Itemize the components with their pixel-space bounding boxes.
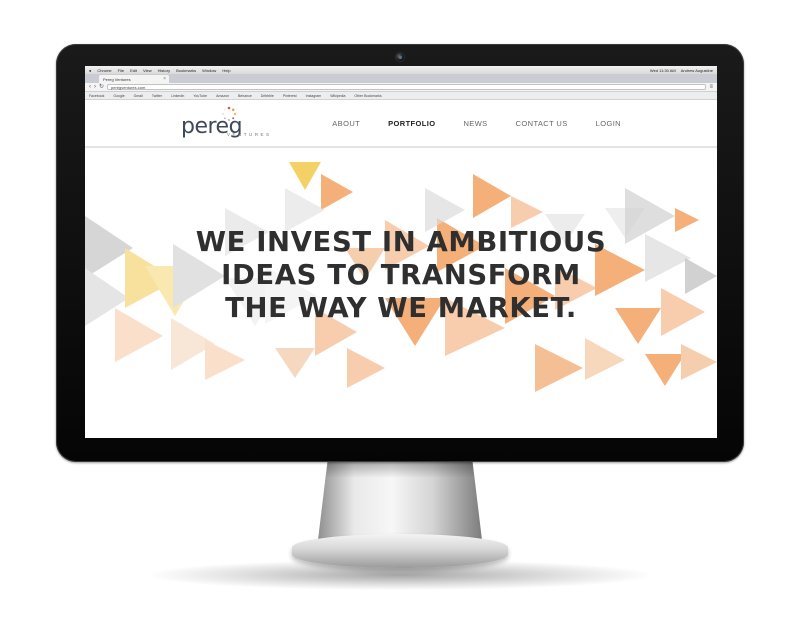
back-icon[interactable]: ‹ (89, 84, 91, 90)
hero-headline: WE INVEST IN AMBITIOUS IDEAS TO TRANSFOR… (85, 226, 717, 325)
menubar-user[interactable]: Andrew Augustine (681, 68, 713, 73)
browser-tab-title: Pereg Ventures (103, 77, 131, 82)
address-bar[interactable]: peregventures.com (107, 84, 707, 90)
menu-item[interactable]: View (143, 68, 152, 73)
headline-line-1: WE INVEST IN AMBITIOUS (195, 226, 607, 258)
reload-icon[interactable]: ↻ (99, 84, 104, 90)
close-icon[interactable]: × (163, 76, 166, 82)
logo-subtitle: VENTURES (227, 132, 272, 137)
bookmark-item[interactable]: Behance (238, 94, 252, 98)
webcam-icon (395, 52, 405, 62)
bookmark-item[interactable]: Wikipedia (330, 94, 345, 98)
nav-about[interactable]: ABOUT (332, 119, 360, 128)
menu-item[interactable]: Chrome (97, 68, 111, 73)
nav-contact-us[interactable]: CONTACT US (516, 119, 568, 128)
nav-portfolio[interactable]: PORTFOLIO (388, 119, 435, 128)
screen: ● Chrome File Edit View History Bookmark… (85, 66, 717, 438)
menu-item[interactable]: Bookmarks (176, 68, 196, 73)
bookmark-item[interactable]: Pinterest (283, 94, 297, 98)
menu-item[interactable]: Window (202, 68, 216, 73)
bookmark-item[interactable]: Twitter (152, 94, 162, 98)
bookmark-item[interactable]: Dribbble (261, 94, 274, 98)
headline-line-3: THE WAY WE MARKET. (225, 292, 577, 324)
bookmark-item[interactable]: Facebook (89, 94, 104, 98)
site-nav: ABOUT PORTFOLIO NEWS CONTACT US LOGIN (332, 119, 621, 128)
nav-news[interactable]: NEWS (463, 119, 487, 128)
bookmark-item[interactable]: Instagram (306, 94, 322, 98)
bookmarks-bar: Facebook Google Gmail Twitter LinkedIn Y… (85, 92, 717, 100)
forward-icon[interactable]: › (94, 84, 96, 90)
apple-icon[interactable]: ● (89, 68, 91, 73)
browser-toolbar: ‹ › ↻ peregventures.com ≡ (85, 83, 717, 92)
site-header: pereg VENTURES ABOUT PORTFOLIO NEWS CONT… (85, 100, 717, 148)
bookmark-item[interactable]: LinkedIn (171, 94, 184, 98)
nav-login[interactable]: LOGIN (596, 119, 621, 128)
menu-item[interactable]: Edit (130, 68, 137, 73)
monitor-stand-base (292, 534, 508, 568)
headline-line-2: IDEAS TO TRANSFORM (221, 259, 581, 291)
bookmark-item[interactable]: Other Bookmarks (354, 94, 381, 98)
monitor-mockup: ● Chrome File Edit View History Bookmark… (0, 0, 800, 618)
bookmark-item[interactable]: Gmail (134, 94, 143, 98)
menu-item[interactable]: History (158, 68, 170, 73)
pereg-logo[interactable]: pereg VENTURES (181, 106, 291, 142)
bookmark-item[interactable]: Amazon (216, 94, 229, 98)
menu-item[interactable]: File (118, 68, 124, 73)
hero-section: WE INVEST IN AMBITIOUS IDEAS TO TRANSFOR… (85, 148, 717, 438)
mac-menubar: ● Chrome File Edit View History Bookmark… (85, 66, 717, 74)
bookmark-item[interactable]: Google (113, 94, 124, 98)
bookmark-item[interactable]: YouTube (193, 94, 207, 98)
tab-strip: Pereg Ventures × (85, 74, 717, 83)
browser-tab[interactable]: Pereg Ventures × (99, 75, 169, 83)
menu-icon[interactable]: ≡ (709, 84, 713, 90)
menubar-clock[interactable]: Wed 11:30 AM (650, 68, 676, 73)
menu-item[interactable]: Help (222, 68, 230, 73)
